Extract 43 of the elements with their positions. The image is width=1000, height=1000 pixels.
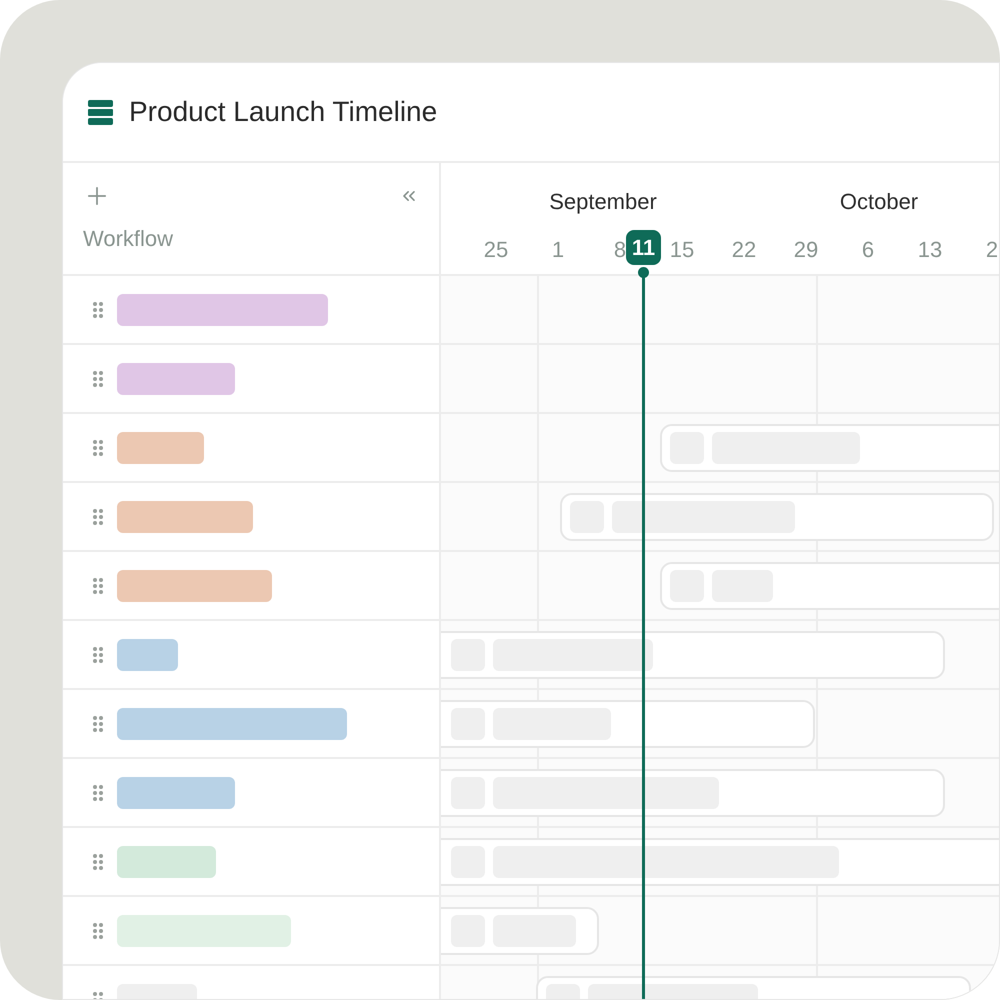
drag-handle-icon[interactable] <box>92 508 104 526</box>
drag-handle-icon[interactable] <box>92 922 104 940</box>
month-label: October <box>840 188 918 216</box>
week-label: 13 <box>918 236 942 264</box>
timeline-bar[interactable] <box>441 769 945 817</box>
column-label: Workflow <box>83 225 174 253</box>
week-label: 22 <box>732 236 756 264</box>
workflow-tag[interactable] <box>117 500 253 532</box>
workflow-tag[interactable] <box>117 294 328 326</box>
workflow-tag[interactable] <box>117 570 272 602</box>
workflow-tag[interactable] <box>117 776 235 808</box>
week-label: 15 <box>670 236 694 264</box>
timeline-bar[interactable] <box>441 838 999 886</box>
workflow-tag[interactable] <box>117 638 178 670</box>
drag-handle-icon[interactable] <box>92 646 104 664</box>
timeline-bar[interactable] <box>560 493 994 541</box>
table-icon <box>88 100 113 124</box>
drag-handle-icon[interactable] <box>92 852 104 870</box>
week-label: 25 <box>484 236 508 264</box>
workflow-tag[interactable] <box>117 432 204 464</box>
week-label: 6 <box>862 236 874 264</box>
week-label: 1 <box>552 236 564 264</box>
drag-handle-icon[interactable] <box>92 714 104 732</box>
week-label: 8 <box>614 236 626 264</box>
drag-handle-icon[interactable] <box>92 300 104 318</box>
timeline-bar[interactable] <box>660 562 999 610</box>
workflow-tag[interactable] <box>117 914 291 946</box>
workflow-tag[interactable] <box>117 846 216 878</box>
week-label: 29 <box>794 236 818 264</box>
today-badge: 11 <box>626 230 661 265</box>
drag-handle-icon[interactable] <box>92 576 104 594</box>
timeline-bar[interactable] <box>441 907 599 955</box>
week-label: 2 <box>986 236 998 264</box>
timeline-bar[interactable] <box>441 631 945 679</box>
drag-handle-icon[interactable] <box>92 784 104 802</box>
workflow-tag[interactable] <box>117 708 347 740</box>
drag-handle-icon[interactable] <box>92 438 104 456</box>
month-label: September <box>549 188 657 216</box>
drag-handle-icon[interactable] <box>92 370 104 388</box>
timeline-bar[interactable] <box>441 700 815 748</box>
timeline-bar[interactable] <box>660 424 999 472</box>
window-title: Product Launch Timeline <box>129 95 438 129</box>
workflow-tag[interactable] <box>117 362 235 394</box>
